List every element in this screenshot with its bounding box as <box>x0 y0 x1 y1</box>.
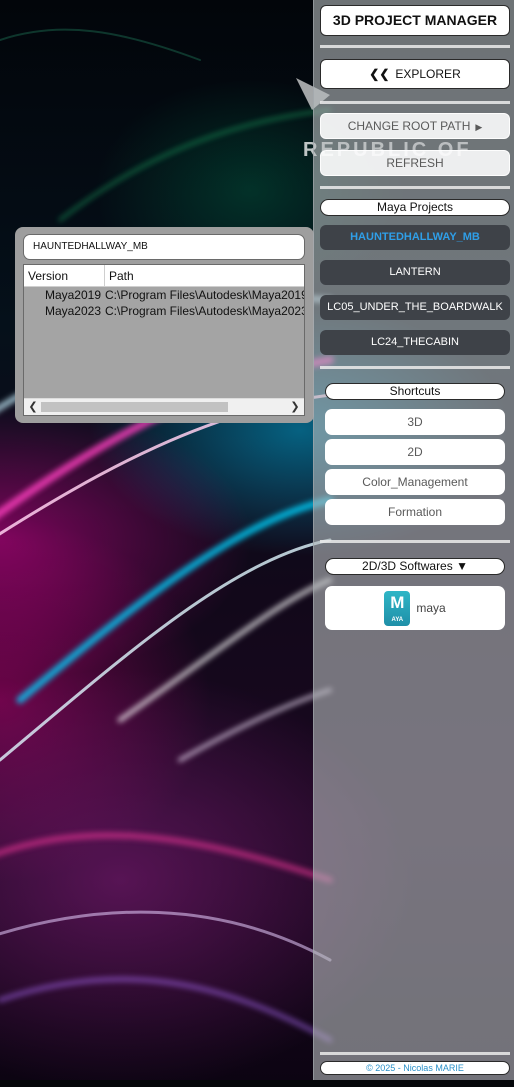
divider <box>320 45 510 48</box>
project-manager-panel: 3D PROJECT MANAGER ❮❮ EXPLORER CHANGE ROO… <box>313 0 514 1080</box>
shortcut-3d-button[interactable]: 3D <box>325 409 505 435</box>
explorer-button[interactable]: ❮❮ EXPLORER <box>320 59 510 89</box>
column-header-version[interactable]: Version <box>24 265 105 286</box>
refresh-button[interactable]: REFRESH <box>320 150 510 176</box>
project-item-lantern[interactable]: LANTERN <box>320 260 510 285</box>
versions-table: Version Path Maya2019 C:\Program Files\A… <box>23 264 305 416</box>
version-cell: Maya2023 <box>44 304 101 318</box>
table-header: Version Path <box>24 265 304 287</box>
divider <box>320 101 510 104</box>
play-arrow-icon: ▶ <box>475 122 483 132</box>
maya-app-icon: M AYA <box>384 590 411 626</box>
project-item-hauntedhallway[interactable]: HAUNTEDHALLWAY_MB <box>320 225 510 250</box>
shortcuts-label: Shortcuts <box>325 383 505 400</box>
divider <box>320 540 510 543</box>
app-title: 3D PROJECT MANAGER <box>320 5 510 36</box>
scrollbar-thumb[interactable] <box>41 402 228 412</box>
scroll-right-icon[interactable]: ❯ <box>287 399 303 415</box>
column-header-path[interactable]: Path <box>105 265 304 286</box>
path-cell: C:\Program Files\Autodesk\Maya2019 <box>105 288 304 302</box>
project-item-lc24[interactable]: LC24_THECABIN <box>320 330 510 355</box>
software-name: maya <box>416 601 446 615</box>
project-name-field: HAUNTEDHALLWAY_MB <box>23 234 305 260</box>
maya-icon-subtext: AYA <box>391 616 404 623</box>
path-cell: C:\Program Files\Autodesk\Maya2023 <box>105 304 304 318</box>
project-item-lc05[interactable]: LC05_UNDER_THE_BOARDWALK <box>320 295 510 320</box>
project-info-window: HAUNTEDHALLWAY_MB Version Path Maya2019 … <box>15 227 314 423</box>
divider <box>320 1052 510 1055</box>
table-row[interactable]: Maya2019 C:\Program Files\Autodesk\Maya2… <box>24 287 304 303</box>
version-cell: Maya2019 <box>44 288 101 302</box>
shortcut-color-management-button[interactable]: Color_Management <box>325 469 505 495</box>
change-root-path-button[interactable]: CHANGE ROOT PATH ▶ <box>320 113 510 139</box>
divider <box>320 366 510 369</box>
shortcut-2d-button[interactable]: 2D <box>325 439 505 465</box>
maya-projects-label: Maya Projects <box>320 199 510 216</box>
divider <box>320 186 510 189</box>
horizontal-scrollbar[interactable]: ❮ ❯ <box>24 398 304 415</box>
double-chevron-left-icon: ❮❮ <box>369 67 390 81</box>
explorer-label: EXPLORER <box>395 67 461 81</box>
table-row[interactable]: Maya2023 C:\Program Files\Autodesk\Maya2… <box>24 303 304 319</box>
maya-launch-button[interactable]: M AYA maya <box>325 586 505 630</box>
scroll-left-icon[interactable]: ❮ <box>25 399 41 415</box>
softwares-dropdown[interactable]: 2D/3D Softwares ▼ <box>325 558 505 575</box>
taskbar-edge <box>0 1080 514 1087</box>
footer-credit: © 2025 - Nicolas MARIE <box>320 1061 510 1075</box>
shortcut-formation-button[interactable]: Formation <box>325 499 505 525</box>
change-root-label: CHANGE ROOT PATH <box>347 119 471 133</box>
maya-icon-letter: M <box>390 592 405 612</box>
